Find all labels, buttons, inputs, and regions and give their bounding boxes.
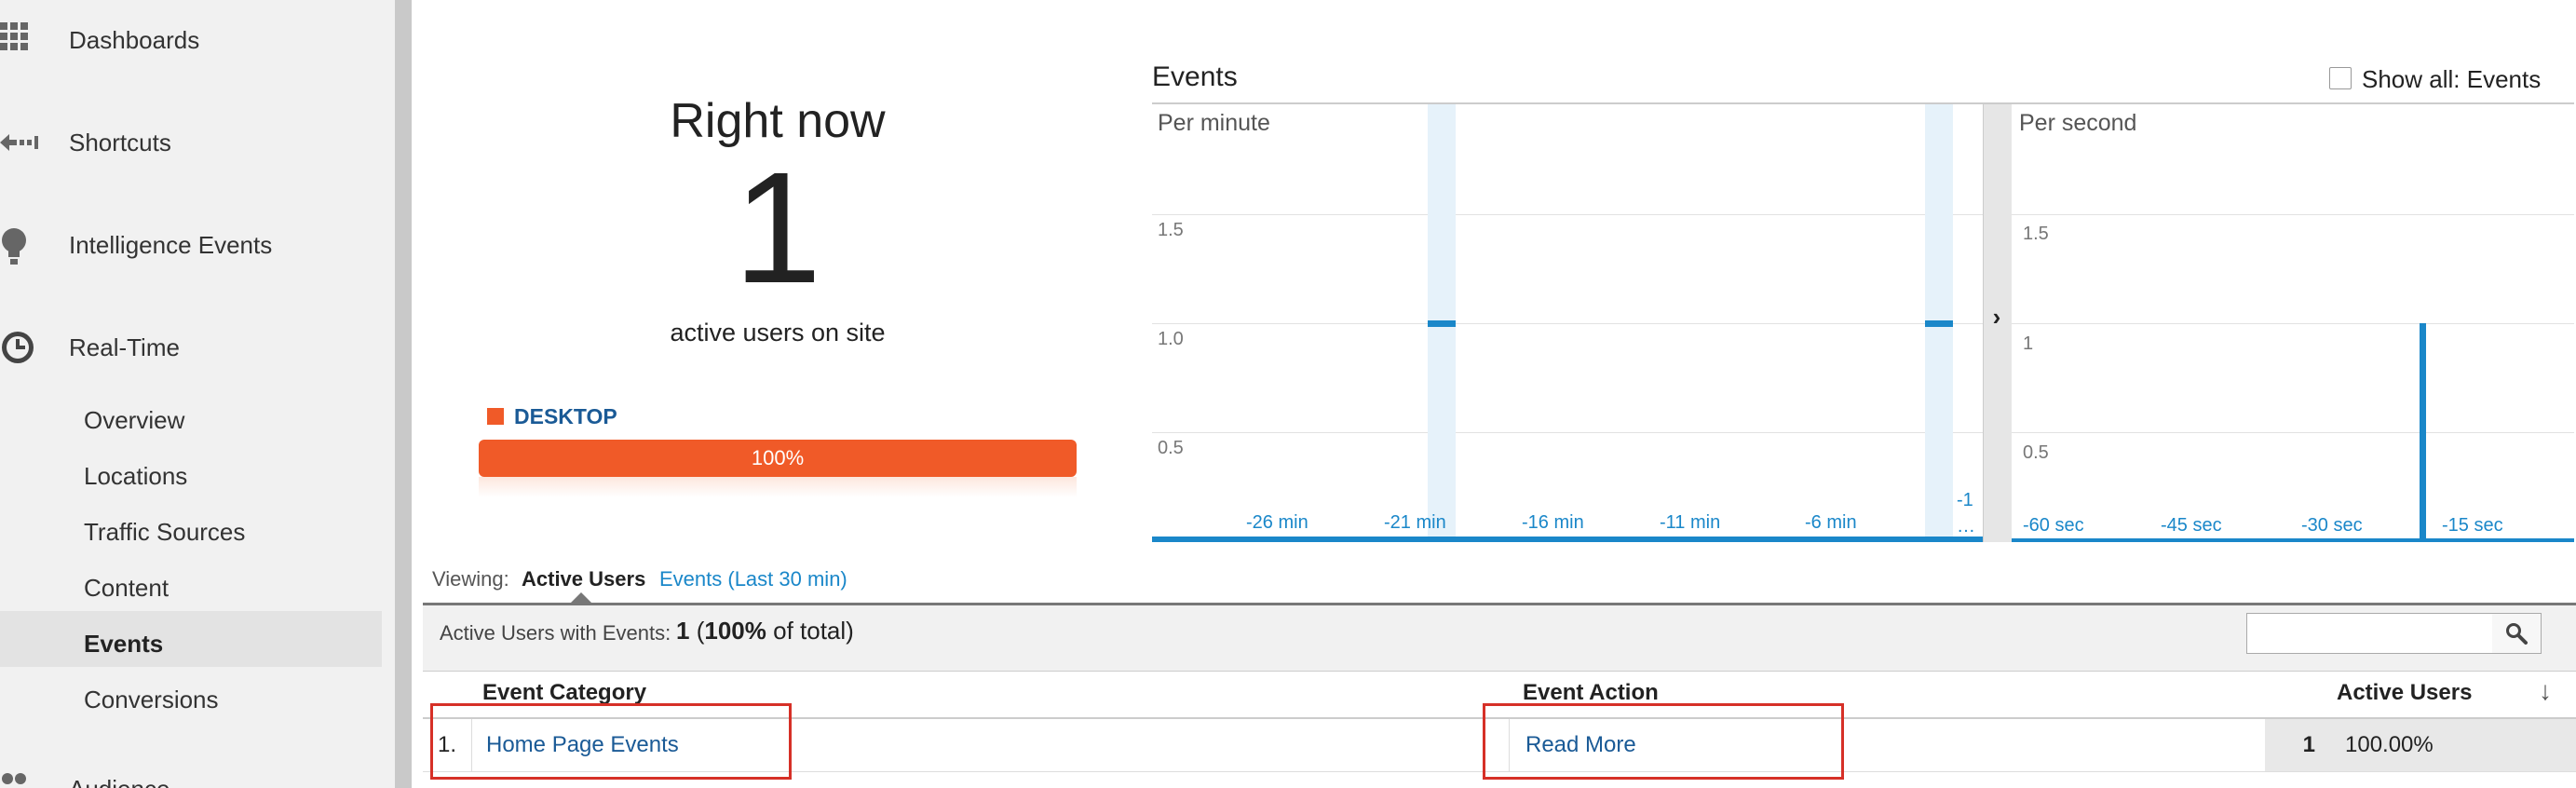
chart-bar[interactable] xyxy=(1428,320,1456,327)
search-button[interactable] xyxy=(2492,613,2542,654)
chart-baseline xyxy=(1152,537,1983,542)
sidebar-item-real-time[interactable]: Real-Time xyxy=(69,333,180,362)
x-tick-label: -60 sec xyxy=(2023,515,2084,536)
sidebar-subitem-conversions[interactable]: Conversions xyxy=(84,686,219,714)
summary-value: 1 (100% of total) xyxy=(676,617,854,645)
sidebar-subitem-overview[interactable]: Overview xyxy=(84,406,184,435)
gridline xyxy=(2012,323,2574,324)
row-active-users-count: 1 xyxy=(2302,732,2315,757)
active-user-count: 1 xyxy=(733,140,822,317)
shortcut-arrow-icon xyxy=(0,132,39,170)
x-tick-label: -15 sec xyxy=(2442,515,2503,536)
sidebar-subitem-traffic-sources[interactable]: Traffic Sources xyxy=(84,518,245,547)
sidebar-item-shortcuts[interactable]: Shortcuts xyxy=(69,129,171,157)
sidebar-scrollbar[interactable] xyxy=(395,0,412,788)
x-tick-label: -30 sec xyxy=(2301,515,2363,536)
sidebar-item-intelligence-events[interactable]: Intelligence Events xyxy=(69,231,272,260)
audience-icon xyxy=(0,769,39,788)
highlight-box-category xyxy=(430,703,792,780)
column-header-event-action[interactable]: Event Action xyxy=(1523,680,1659,706)
device-bar-reflection xyxy=(479,477,1077,497)
x-tick-label: -1 … xyxy=(1957,490,1975,537)
table-search-input[interactable] xyxy=(2246,613,2494,654)
y-tick-label: 1.5 xyxy=(1158,220,1184,240)
sidebar-subitem-content[interactable]: Content xyxy=(84,574,169,603)
sidebar-item-dashboards[interactable]: Dashboards xyxy=(69,26,199,55)
show-all-label[interactable]: Show all: Events xyxy=(2362,65,2541,94)
grid-icon xyxy=(0,22,39,60)
search-icon xyxy=(2506,623,2528,645)
gridline xyxy=(2012,432,2574,433)
highlight-box-action xyxy=(1483,703,1844,780)
sidebar-subitem-locations[interactable]: Locations xyxy=(84,462,187,491)
gridline xyxy=(1152,432,1983,433)
per-second-label: Per second xyxy=(2019,110,2137,136)
lightbulb-icon xyxy=(0,227,39,265)
y-tick-label: 1.0 xyxy=(1158,329,1184,349)
chart-baseline xyxy=(2012,538,2574,542)
y-tick-label: 0.5 xyxy=(1158,438,1184,458)
device-label-desktop[interactable]: DESKTOP xyxy=(514,404,617,429)
y-tick-label: 1.5 xyxy=(2023,224,2049,244)
summary-percent: 100% xyxy=(704,617,766,645)
x-tick-label: -21 min xyxy=(1384,512,1446,533)
y-tick-label: 1 xyxy=(2023,333,2034,354)
x-tick-label: -45 sec xyxy=(2161,515,2222,536)
events-chart-title: Events xyxy=(1152,61,1238,92)
summary-rest: of total) xyxy=(773,617,854,645)
x-tick-label: -6 min xyxy=(1805,512,1857,533)
show-all-checkbox[interactable] xyxy=(2329,67,2352,89)
clock-icon xyxy=(0,330,39,367)
x-tick-label: -16 min xyxy=(1522,512,1584,533)
column-header-event-category[interactable]: Event Category xyxy=(482,680,646,706)
y-tick-label: 0.5 xyxy=(2023,442,2049,463)
sidebar-subitem-events[interactable]: Events xyxy=(84,630,163,659)
sidebar-active-highlight xyxy=(0,611,382,667)
viewing-tab-active-users[interactable]: Active Users xyxy=(522,567,645,591)
gridline xyxy=(2012,214,2574,215)
chevron-right-icon[interactable]: › xyxy=(1985,303,2009,332)
viewing-label: Viewing: xyxy=(432,567,509,591)
sort-down-arrow-icon[interactable]: ↓ xyxy=(2539,676,2552,706)
active-users-subtitle: active users on site xyxy=(670,319,886,346)
row-active-users-percent: 100.00% xyxy=(2345,732,2434,757)
gridline xyxy=(1152,323,1983,324)
device-percent-bar: 100% xyxy=(479,440,1077,477)
x-tick-label: -11 min xyxy=(1660,512,1721,533)
sidebar xyxy=(0,0,395,788)
x-tick-label: -26 min xyxy=(1246,512,1308,533)
chart-bar[interactable] xyxy=(1925,320,1953,327)
per-minute-label: Per minute xyxy=(1158,110,1270,136)
chart-bar[interactable] xyxy=(2420,323,2426,542)
viewing-tab-events-30min[interactable]: Events (Last 30 min) xyxy=(659,567,847,591)
summary-number: 1 xyxy=(676,617,690,645)
gridline xyxy=(1152,214,1983,215)
summary-label: Active Users with Events: xyxy=(440,621,671,645)
desktop-legend-swatch xyxy=(487,408,504,425)
sidebar-item-audience[interactable]: Audience xyxy=(69,775,169,788)
column-header-active-users[interactable]: Active Users xyxy=(2337,680,2472,706)
